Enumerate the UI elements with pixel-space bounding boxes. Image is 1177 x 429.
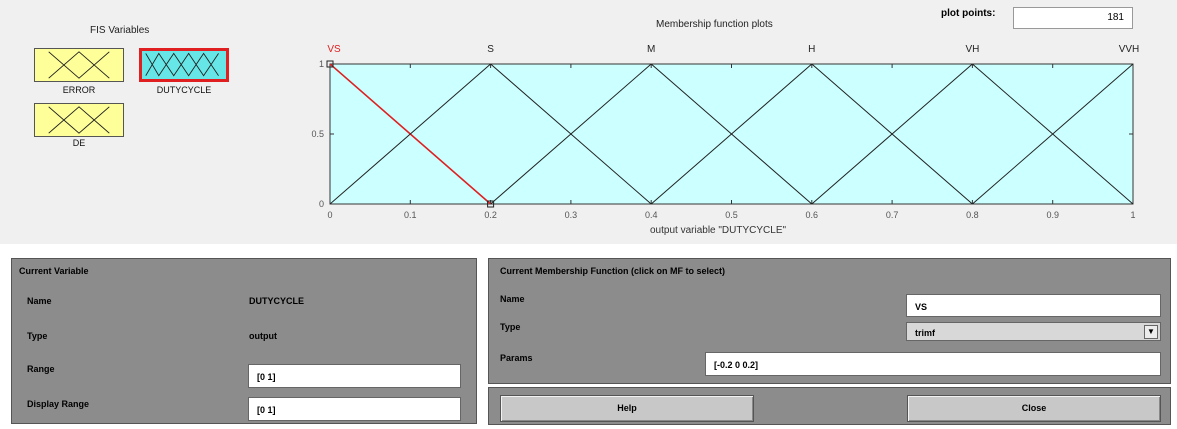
dropdown-arrow-icon[interactable]: ▼: [1144, 325, 1158, 339]
plot-points-input[interactable]: 181: [1013, 7, 1133, 29]
x-tick-label: 1: [1130, 210, 1135, 220]
close-button[interactable]: Close: [907, 395, 1161, 422]
fis-variables-title: FIS Variables: [90, 25, 150, 36]
x-tick-label: 0.5: [725, 210, 738, 220]
x-tick-label: 0.9: [1046, 210, 1059, 220]
mf-name-label: Name: [500, 294, 525, 304]
mf-icon: [35, 104, 123, 136]
x-tick-label: 0.6: [806, 210, 819, 220]
fis-variable-label: DE: [72, 138, 86, 148]
fis-variable-de[interactable]: [34, 103, 124, 137]
y-tick-label: 0.5: [311, 129, 324, 139]
params-input[interactable]: [-0.2 0 0.2]: [705, 352, 1161, 376]
variable-type-value: output: [249, 331, 277, 341]
x-tick-label: 0.2: [484, 210, 497, 220]
plot-title: Membership function plots: [656, 19, 773, 30]
type-label: Type: [27, 331, 48, 341]
button-panel: Help Close: [488, 387, 1171, 425]
current-mf-panel: Current Membership Function (click on MF…: [488, 258, 1171, 384]
current-mf-title: Current Membership Function (click on MF…: [500, 266, 726, 276]
mf-label-vh[interactable]: VH: [965, 44, 979, 55]
current-variable-title: Current Variable: [19, 266, 89, 276]
mf-type-select[interactable]: trimf ▼: [906, 322, 1161, 341]
plot-area: FIS Variables ERROR DUTYCYCLE DE Members…: [0, 0, 1177, 244]
x-tick-label: 0.8: [966, 210, 979, 220]
display-range-input[interactable]: [0 1]: [248, 397, 461, 421]
plot-points-label: plot points:: [941, 8, 996, 19]
mf-label-m[interactable]: M: [647, 44, 655, 55]
x-tick-label: 0.1: [404, 210, 417, 220]
mf-label-vs[interactable]: VS: [327, 44, 341, 55]
params-label: Params: [500, 353, 533, 363]
fis-variable-label: DUTYCYCLE: [156, 85, 212, 95]
membership-function-chart[interactable]: 0 0.1 0.2 0.3 0.4 0.5 0.6 0.7 0.8 0.9 100.51VS S M H V…: [300, 37, 1150, 222]
range-input[interactable]: [0 1]: [248, 364, 461, 388]
variable-name-value: DUTYCYCLE: [249, 296, 305, 306]
mf-label-s[interactable]: S: [487, 44, 494, 55]
mf-type-label: Type: [500, 322, 521, 332]
fis-variable-label: ERROR: [62, 85, 96, 95]
x-axis-label: output variable "DUTYCYCLE": [650, 225, 787, 236]
name-label: Name: [27, 296, 52, 306]
x-tick-label: 0.7: [886, 210, 899, 220]
y-tick-label: 0: [319, 199, 324, 209]
help-button[interactable]: Help: [500, 395, 754, 422]
x-tick-label: 0.4: [645, 210, 658, 220]
mf-label-vvh[interactable]: VVH: [1119, 44, 1140, 55]
mf-name-input[interactable]: VS: [906, 294, 1161, 317]
fis-variable-dutycycle[interactable]: [139, 48, 229, 82]
mf-label-h[interactable]: H: [808, 44, 815, 55]
current-variable-panel: Current Variable Name DUTYCYCLE Type out…: [11, 258, 477, 424]
display-range-label: Display Range: [27, 399, 90, 409]
mf-type-value: trimf: [915, 328, 935, 338]
y-tick-label: 1: [319, 59, 324, 69]
x-tick-label: 0: [327, 210, 332, 220]
fis-variable-error[interactable]: [34, 48, 124, 82]
mf-icon: [35, 49, 123, 81]
x-tick-label: 0.3: [565, 210, 578, 220]
range-label: Range: [27, 364, 55, 374]
mf-icon: [142, 51, 226, 79]
